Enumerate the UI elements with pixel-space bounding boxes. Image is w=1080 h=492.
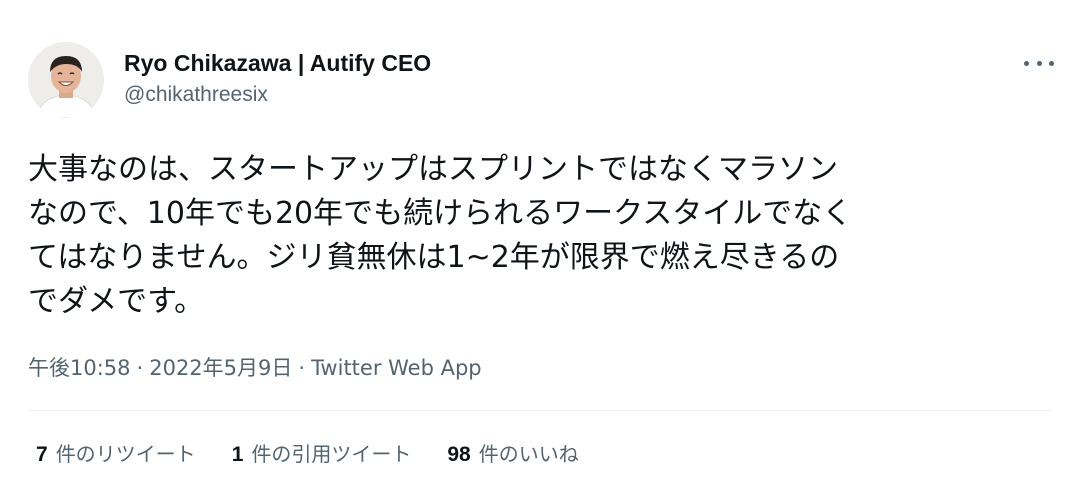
more-horizontal-icon [1024, 60, 1029, 66]
likes-stat[interactable]: 98 件のいいね [447, 438, 578, 467]
author-display-name[interactable]: Ryo Chikazawa | Autify CEO [124, 48, 431, 78]
retweet-label: 件のリツイート [55, 442, 196, 466]
tweet-text-line: 大事なのは、スタートアップはスプリントではなくマラソン [28, 152, 838, 187]
avatar[interactable] [28, 42, 104, 118]
more-horizontal-icon-dot [1036, 60, 1042, 66]
quote-label: 件の引用ツイート [251, 442, 412, 466]
retweets-stat[interactable]: 7 件のリツイート [36, 438, 196, 467]
tweet-time[interactable]: 午後10:58 [28, 356, 131, 380]
tweet-source[interactable]: Twitter Web App [311, 356, 482, 380]
meta-separator: · [298, 356, 306, 380]
meta-separator: · [136, 356, 144, 380]
divider [28, 410, 1052, 411]
quote-count: 1 [231, 443, 244, 466]
more-horizontal-icon-dot [1049, 60, 1054, 66]
tweet-text: 大事なのは、スタートアップはスプリントではなくマラソン なので、10年でも20年… [28, 148, 1058, 324]
like-label: 件のいいね [478, 442, 579, 466]
author-block: Ryo Chikazawa | Autify CEO @chikathreesi… [124, 48, 431, 110]
tweet-text-line: てはなりません。ジリ貧無休は1~2年が限界で燃え尽きるの [28, 240, 840, 275]
tweet-date[interactable]: 2022年5月9日 [149, 356, 292, 380]
engagement-stats: 7 件のリツイート 1 件の引用ツイート 98 件のいいね [36, 438, 615, 467]
tweet-meta: 午後10:58 · 2022年5月9日 · Twitter Web App [28, 352, 482, 382]
tweet-card: Ryo Chikazawa | Autify CEO @chikathreesi… [0, 0, 1080, 492]
quote-tweets-stat[interactable]: 1 件の引用ツイート [232, 438, 412, 467]
tweet-text-line: なので、10年でも20年でも続けられるワークスタイルでなく [28, 196, 853, 231]
tweet-text-line: でダメです。 [28, 284, 205, 319]
author-handle[interactable]: @chikathreesix [124, 80, 431, 110]
more-options-button[interactable] [1024, 50, 1054, 76]
avatar-photo-icon [28, 42, 104, 118]
retweet-count: 7 [36, 443, 48, 466]
like-count: 98 [447, 443, 471, 466]
